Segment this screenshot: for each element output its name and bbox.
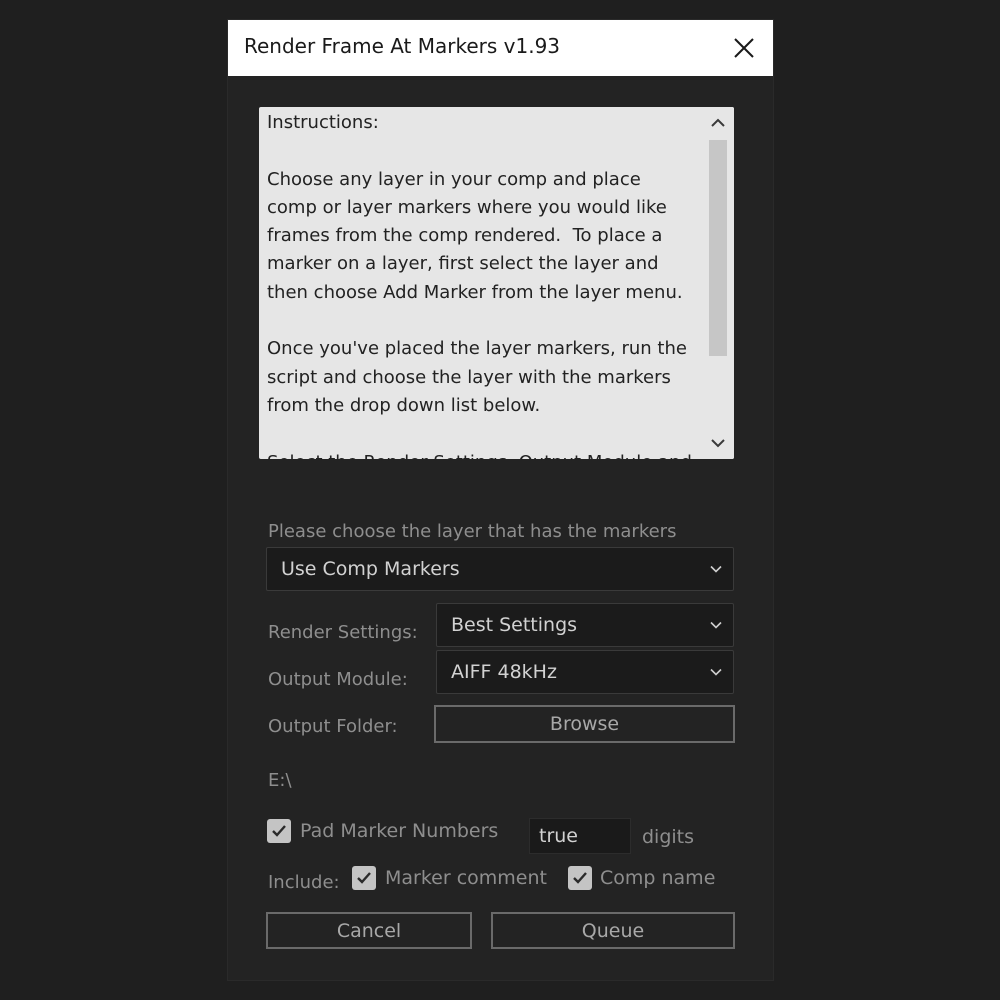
render-settings-value: Best Settings — [451, 614, 578, 636]
comp-name-checkbox[interactable] — [568, 866, 592, 890]
output-folder-label: Output Folder: — [268, 716, 398, 737]
chevron-down-icon — [710, 621, 722, 629]
checkmark-icon — [357, 872, 371, 884]
close-button[interactable] — [729, 33, 759, 63]
chevron-down-icon[interactable] — [707, 432, 729, 454]
close-icon — [734, 38, 754, 58]
checkmark-icon — [272, 825, 286, 837]
render-frame-dialog: Render Frame At Markers v1.93 Instructio… — [228, 20, 773, 980]
pad-marker-checkbox[interactable] — [267, 819, 291, 843]
marker-comment-checkbox[interactable] — [352, 866, 376, 890]
layer-select[interactable]: Use Comp Markers — [266, 547, 734, 591]
output-folder-path: E:\ — [268, 770, 292, 791]
pad-marker-label: Pad Marker Numbers — [300, 820, 499, 842]
output-module-select[interactable]: AIFF 48kHz — [436, 650, 734, 694]
include-label: Include: — [268, 872, 340, 893]
window-title: Render Frame At Markers v1.93 — [244, 34, 561, 58]
chevron-down-icon — [710, 668, 722, 676]
queue-button[interactable]: Queue — [491, 912, 735, 949]
marker-comment-label: Marker comment — [385, 867, 547, 889]
render-settings-label: Render Settings: — [268, 622, 418, 643]
output-module-value: AIFF 48kHz — [451, 661, 557, 683]
checkmark-icon — [573, 872, 587, 884]
cancel-button[interactable]: Cancel — [266, 912, 472, 949]
layer-select-value: Use Comp Markers — [281, 558, 460, 580]
output-module-label: Output Module: — [268, 669, 408, 690]
pad-digits-input[interactable]: true — [529, 818, 631, 854]
chevron-down-icon — [710, 565, 722, 573]
title-bar: Render Frame At Markers v1.93 — [228, 20, 773, 76]
browse-button[interactable]: Browse — [434, 705, 735, 743]
layer-select-label: Please choose the layer that has the mar… — [268, 521, 677, 542]
scroll-thumb[interactable] — [709, 140, 727, 356]
instructions-scrollbar[interactable] — [701, 107, 734, 459]
comp-name-label: Comp name — [600, 867, 716, 889]
chevron-up-icon[interactable] — [707, 112, 729, 134]
instructions-textbox[interactable]: Instructions: Choose any layer in your c… — [259, 107, 734, 459]
instructions-text: Instructions: Choose any layer in your c… — [267, 112, 692, 459]
digits-label: digits — [642, 826, 695, 848]
render-settings-select[interactable]: Best Settings — [436, 603, 734, 647]
